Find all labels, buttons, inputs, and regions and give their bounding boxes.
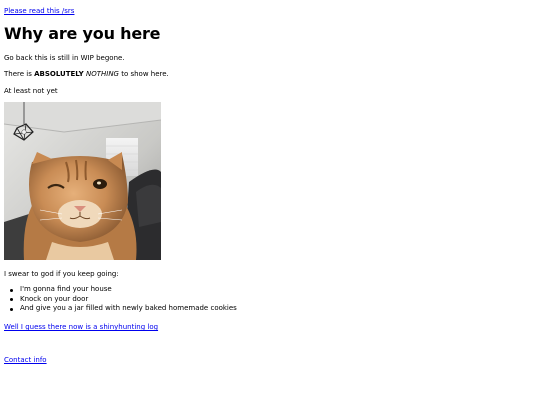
promise-list: I'm gonna find your house Knock on your … [4, 285, 237, 314]
shinyhunting-log-link[interactable]: Well I guess there now is a shinyhunting… [4, 323, 158, 331]
cat-photo-illustration [4, 102, 161, 260]
nothing-notice: There is ABSOLUTELY NOTHING to show here… [4, 70, 169, 78]
nothing-prefix: There is [4, 70, 35, 78]
nothing-italic: NOTHING [85, 70, 119, 78]
list-item: And give you a jar filled with newly bak… [10, 304, 237, 312]
list-item: Knock on your door [10, 295, 237, 305]
nothing-suffix: to show here. [118, 70, 169, 78]
not-yet-text: At least not yet [4, 87, 58, 95]
read-this-link[interactable]: Please read this /srs [4, 7, 74, 15]
swear-text: I swear to god if you keep going: [4, 270, 119, 278]
page-title: Why are you here [4, 24, 161, 43]
cat-photo [4, 102, 161, 260]
contact-info-link[interactable]: Contact info [4, 356, 47, 364]
absolutely-bold: ABSOLUTELY [34, 70, 84, 78]
list-item: I'm gonna find your house [10, 285, 237, 295]
wip-notice: Go back this is still in WIP begone. [4, 54, 125, 62]
